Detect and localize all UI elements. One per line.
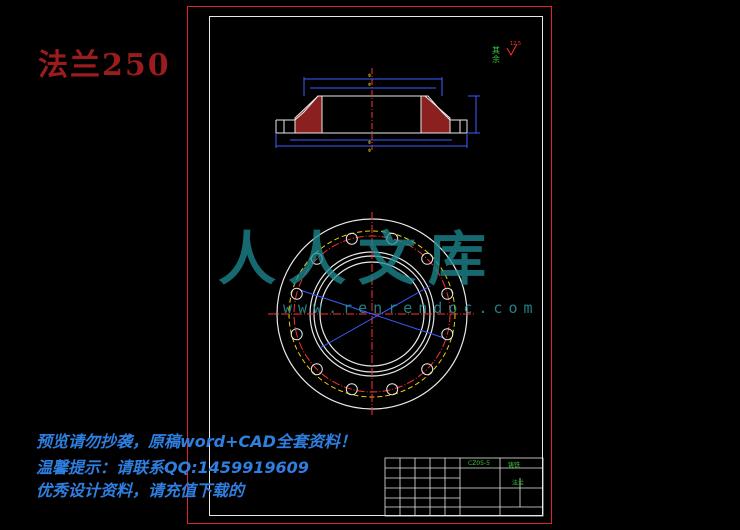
watermark-text: 人人文库 — [218, 225, 499, 293]
title-block-drawing-no: CZ05-5 — [468, 460, 490, 467]
title-block-material: 铸铁 — [508, 462, 521, 469]
bolt-hole — [345, 383, 358, 396]
page-title: 法兰250 — [38, 48, 171, 83]
svg-text:Φ: Φ — [368, 73, 371, 78]
notice-line-2: 温馨提示：请联系QQ:1459919609 — [36, 458, 309, 477]
svg-text:Φ: Φ — [368, 140, 371, 145]
notice-line-1: 预览请勿抄袭，原稿word+CAD全套资料！ — [36, 432, 356, 451]
section-dim-labels: Φ Φ Φ Φ — [368, 73, 371, 153]
finish-mark: 其余 — [492, 46, 500, 64]
notice-line-3: 优秀设计资料，请充值下载的 — [36, 481, 245, 500]
bolt-hole — [421, 363, 434, 376]
svg-text:Φ: Φ — [368, 82, 371, 87]
svg-text:Φ: Φ — [368, 148, 371, 153]
watermark-url: www.renrendoc.com — [283, 299, 539, 317]
title-block-part-name: 法兰 — [512, 480, 525, 487]
roughness-value: 12.5 — [510, 41, 522, 47]
